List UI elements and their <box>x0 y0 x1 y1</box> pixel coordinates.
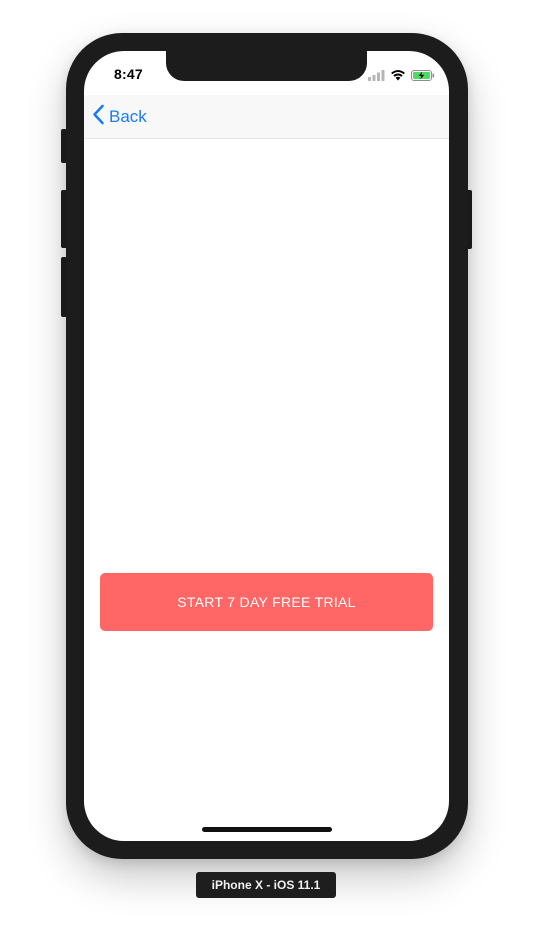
start-free-trial-button[interactable]: START 7 DAY FREE TRIAL <box>100 573 433 631</box>
wifi-icon <box>390 68 406 86</box>
back-button[interactable]: Back <box>92 104 147 130</box>
battery-charging-icon <box>411 68 435 86</box>
cellular-signal-icon <box>368 68 385 86</box>
status-time: 8:47 <box>114 66 143 82</box>
status-icons <box>368 68 435 86</box>
navigation-bar: Back <box>84 95 449 139</box>
home-indicator[interactable] <box>202 827 332 832</box>
device-screen: 8:47 Back START 7 DAY FREE TRIAL <box>84 51 449 841</box>
back-button-label: Back <box>109 107 147 126</box>
simulator-stage: 8:47 Back START 7 DAY FREE TRIAL iPhone … <box>0 0 533 941</box>
chevron-left-icon <box>92 104 105 130</box>
device-notch <box>166 51 367 81</box>
device-label: iPhone X - iOS 11.1 <box>196 872 336 898</box>
